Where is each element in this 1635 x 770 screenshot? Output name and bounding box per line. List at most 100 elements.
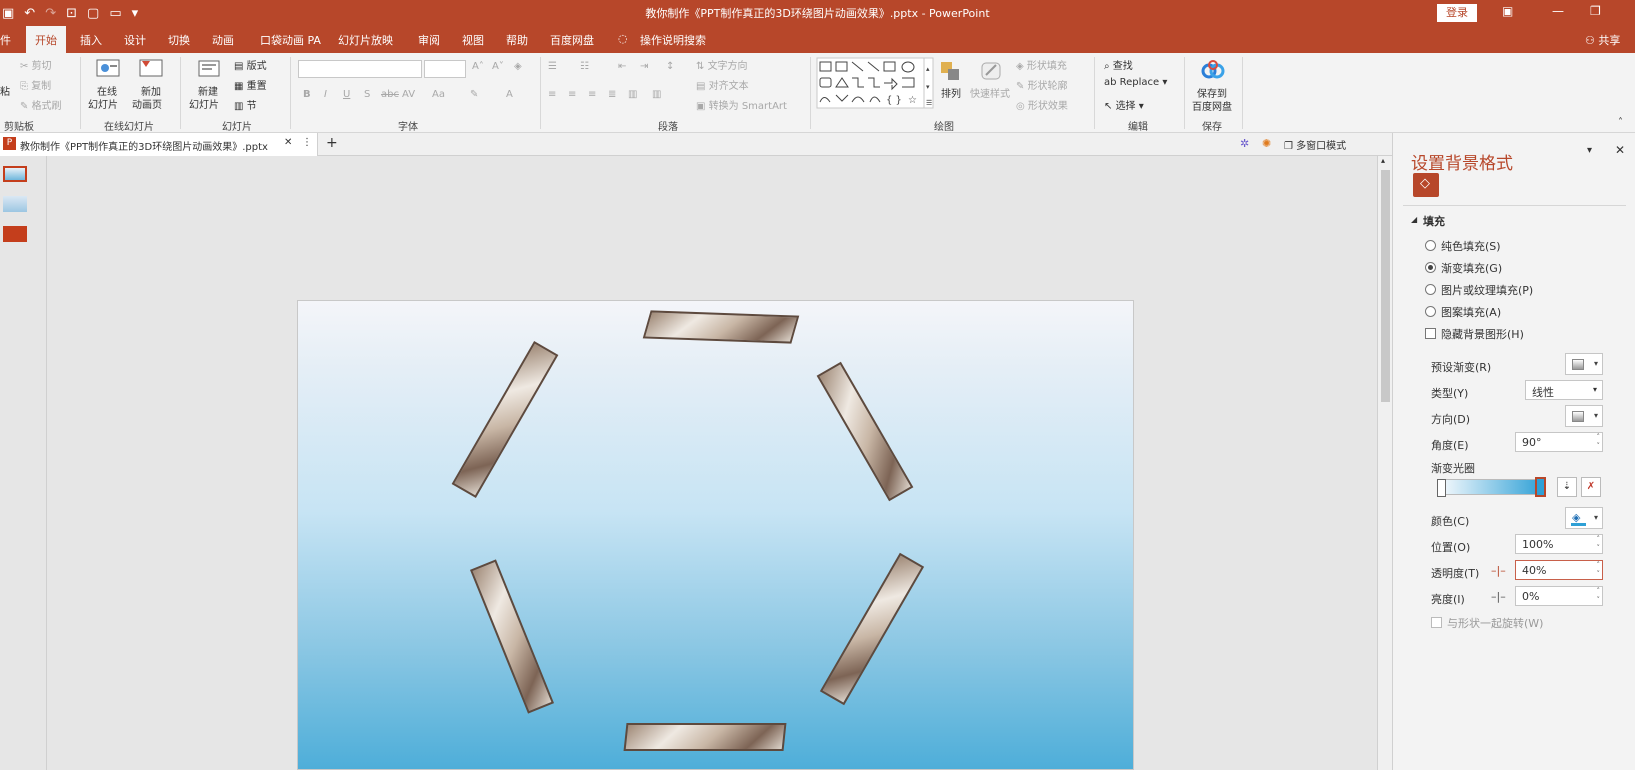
- fill-tab-icon[interactable]: ◇: [1413, 173, 1439, 197]
- increase-indent-icon[interactable]: ⇥: [640, 61, 648, 72]
- slide-thumbnail[interactable]: [3, 226, 27, 242]
- gradient-stop-start[interactable]: [1437, 479, 1446, 497]
- shapes-gallery[interactable]: { } ☆ ▴ ▾ ☰: [816, 57, 934, 109]
- spinner-icon[interactable]: ˄ ˅: [1597, 433, 1601, 451]
- angle-input[interactable]: 90° ˄ ˅: [1515, 432, 1603, 452]
- decrease-indent-icon[interactable]: ⇤: [618, 61, 626, 72]
- layout-button[interactable]: ▤ 版式: [234, 57, 267, 72]
- distributed-icon[interactable]: ▥: [628, 89, 637, 100]
- type-dropdown[interactable]: 线性 ▾: [1525, 380, 1603, 400]
- arrange-button[interactable]: 排列: [941, 85, 961, 100]
- highlight-icon[interactable]: ✎: [470, 89, 478, 100]
- ring-image[interactable]: [451, 341, 559, 498]
- minimize-icon[interactable]: —: [1552, 4, 1564, 18]
- strikethrough-button[interactable]: abc: [381, 89, 399, 100]
- gradient-stop-end[interactable]: [1535, 477, 1546, 497]
- gradient-fill-radio[interactable]: [1425, 262, 1436, 273]
- smartart-button[interactable]: ▣ 转换为 SmartArt: [696, 97, 787, 112]
- tab-help[interactable]: 帮助: [506, 32, 528, 48]
- select-button[interactable]: ↖ 选择 ▾: [1104, 97, 1144, 112]
- cut-button[interactable]: ✂ 剪切: [20, 57, 52, 72]
- tab-review[interactable]: 审阅: [418, 32, 440, 48]
- restore-icon[interactable]: ❐: [1590, 4, 1601, 18]
- pattern-fill-radio[interactable]: [1425, 306, 1436, 317]
- font-name-combo[interactable]: [298, 60, 422, 78]
- align-text-button[interactable]: ▤ 对齐文本: [696, 77, 749, 92]
- text-direction-button[interactable]: ⇅ 文字方向: [696, 57, 748, 72]
- more-icon[interactable]: ⋮: [302, 137, 312, 148]
- magic-icon[interactable]: ✲: [1240, 137, 1249, 150]
- slide-thumbnail[interactable]: [3, 196, 27, 212]
- gradient-fill-label[interactable]: 渐变填充(G): [1441, 260, 1502, 276]
- line-spacing-icon[interactable]: ↕: [666, 61, 674, 72]
- spinner-icon[interactable]: ˄ ˅: [1597, 561, 1601, 579]
- replace-button[interactable]: ab Replace ▾: [1104, 77, 1167, 88]
- align-right-icon[interactable]: ≡: [588, 89, 596, 100]
- italic-button[interactable]: I: [324, 89, 327, 100]
- brightness-input[interactable]: 0% ˄ ˅: [1515, 586, 1603, 606]
- gradient-stops-bar[interactable]: [1441, 479, 1545, 495]
- shadow-button[interactable]: S: [364, 89, 370, 100]
- ring-image[interactable]: [642, 310, 800, 344]
- quick-styles-button[interactable]: 快速样式: [970, 85, 1010, 100]
- hide-background-checkbox[interactable]: [1425, 328, 1436, 339]
- justify-icon[interactable]: ≣: [608, 89, 616, 100]
- tab-animations[interactable]: 动画: [212, 32, 234, 48]
- tab-design[interactable]: 设计: [124, 32, 146, 48]
- spinner-icon[interactable]: ˄ ˅: [1597, 587, 1601, 605]
- close-icon[interactable]: ✕: [1615, 143, 1625, 157]
- direction-dropdown[interactable]: ▾: [1565, 405, 1603, 427]
- ribbon-display-icon[interactable]: ▣: [1502, 4, 1513, 18]
- tab-transitions[interactable]: 切换: [168, 32, 190, 48]
- collapse-ribbon-icon[interactable]: ˄: [1618, 117, 1623, 128]
- tab-home[interactable]: 开始: [26, 26, 66, 53]
- slide-thumbnail[interactable]: [3, 166, 27, 182]
- change-case-button[interactable]: Aa: [432, 89, 445, 100]
- shape-fill-button[interactable]: ◈ 形状填充: [1016, 57, 1067, 72]
- tell-me-search[interactable]: 操作说明搜索: [640, 32, 706, 48]
- login-button[interactable]: 登录: [1437, 4, 1477, 22]
- align-left-icon[interactable]: ≡: [548, 89, 556, 100]
- section-button[interactable]: ▥ 节: [234, 97, 257, 112]
- tab-insert[interactable]: 插入: [80, 32, 102, 48]
- ring-image[interactable]: [623, 723, 787, 751]
- format-painter-button[interactable]: ✎ 格式刷: [20, 97, 62, 112]
- ring-image[interactable]: [816, 361, 914, 502]
- clear-formatting-icon[interactable]: ◈: [514, 61, 522, 72]
- bold-button[interactable]: B: [303, 89, 311, 100]
- share-button[interactable]: ⚇ 共享: [1585, 32, 1620, 48]
- spinner-icon[interactable]: ˄ ˅: [1597, 535, 1601, 553]
- transparency-input[interactable]: 40% ˄ ˅: [1515, 560, 1603, 580]
- pattern-fill-label[interactable]: 图案填充(A): [1441, 304, 1501, 320]
- solid-fill-label[interactable]: 纯色填充(S): [1441, 238, 1501, 254]
- rotate-with-shape-label[interactable]: 与形状一起旋转(W): [1447, 615, 1543, 631]
- new-slide-label-2[interactable]: 幻灯片: [189, 96, 219, 111]
- gear-icon[interactable]: ✺: [1262, 137, 1271, 150]
- tab-view[interactable]: 视图: [462, 32, 484, 48]
- tab-file[interactable]: 件: [0, 32, 11, 48]
- paste-button[interactable]: 粘: [0, 83, 10, 98]
- solid-fill-radio[interactable]: [1425, 240, 1436, 251]
- add-stop-icon[interactable]: ⇣: [1557, 477, 1577, 497]
- brightness-slider[interactable]: –|–: [1491, 590, 1506, 603]
- vertical-scrollbar[interactable]: ▴: [1377, 156, 1392, 770]
- document-tab[interactable]: P 教你制作《PPT制作真正的3D环绕图片动画效果》.pptx ✕ ⋮: [0, 133, 318, 156]
- save-to-netdisk-label-2[interactable]: 百度网盘: [1192, 98, 1232, 113]
- scrollbar-thumb[interactable]: [1381, 170, 1390, 402]
- scroll-up-icon[interactable]: ▴: [1381, 156, 1385, 165]
- find-button[interactable]: ⌕ 查找: [1104, 57, 1133, 72]
- shrink-font-icon[interactable]: A˅: [492, 61, 504, 72]
- align-center-icon[interactable]: ≡: [568, 89, 576, 100]
- picture-fill-radio[interactable]: [1425, 284, 1436, 295]
- shape-effects-button[interactable]: ◎ 形状效果: [1016, 97, 1068, 112]
- new-tab-icon[interactable]: +: [326, 135, 338, 151]
- ring-image[interactable]: [469, 559, 555, 714]
- font-color-icon[interactable]: A: [506, 89, 513, 100]
- reset-button[interactable]: ▦ 重置: [234, 77, 267, 92]
- position-input[interactable]: 100% ˄ ˅: [1515, 534, 1603, 554]
- shape-outline-button[interactable]: ✎ 形状轮廓: [1016, 77, 1068, 92]
- char-spacing-button[interactable]: AV: [402, 89, 415, 100]
- font-size-combo[interactable]: [424, 60, 466, 78]
- tab-baidu-netdisk[interactable]: 百度网盘: [550, 32, 594, 48]
- multi-window-button[interactable]: ❐ 多窗口模式: [1284, 137, 1346, 152]
